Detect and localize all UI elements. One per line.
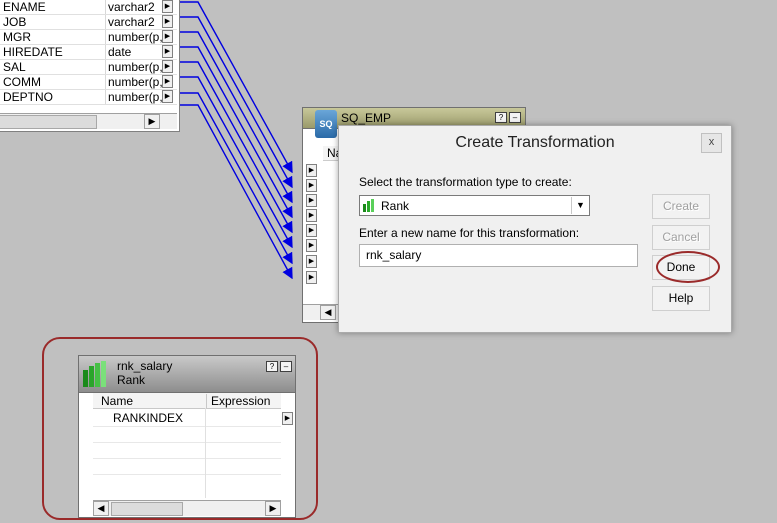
close-icon[interactable]: x [701, 133, 722, 153]
row-divider [93, 474, 281, 475]
port-arrow-icon[interactable]: ▶ [162, 75, 173, 88]
scroll-right-icon[interactable]: ▶ [144, 114, 160, 129]
column-type: number(p,s) [105, 60, 164, 74]
port-arrow-icon[interactable]: ▶ [162, 45, 173, 58]
column-name: JOB [3, 15, 27, 29]
rank-name: rnk_salary [117, 359, 173, 373]
port-arrow-icon[interactable]: ▶ [306, 164, 317, 177]
horizontal-scrollbar[interactable]: ◀ [303, 304, 339, 320]
column-type: number(p,s) [105, 75, 164, 89]
scroll-left-icon[interactable]: ◀ [93, 501, 109, 516]
column-name: COMM [3, 75, 41, 89]
column-type: number(p,s) [105, 90, 164, 104]
minimize-icon[interactable]: – [280, 361, 292, 372]
port-arrow-icon[interactable]: ▶ [306, 194, 317, 207]
row-divider [93, 458, 281, 459]
column-type: number(p,s) [105, 30, 164, 44]
rank-type: Rank [117, 373, 146, 387]
dialog-title: Create Transformation [339, 126, 731, 158]
horizontal-scrollbar[interactable]: ▶ [0, 113, 177, 129]
chevron-down-icon[interactable]: ▼ [571, 197, 589, 214]
column-header-expression: Expression [206, 394, 270, 408]
port-arrow-icon[interactable]: ▶ [306, 271, 317, 284]
sq-emp-title: SQ_EMP [341, 111, 392, 125]
help-button[interactable]: Help [652, 286, 710, 311]
column-name: ENAME [3, 0, 46, 14]
create-transformation-dialog: Create Transformation x Select the trans… [338, 125, 732, 333]
grid-header: Name Expression [93, 393, 281, 409]
table-row[interactable]: SAL number(p,s) ▶ [0, 59, 177, 75]
scroll-right-icon[interactable]: ▶ [265, 501, 281, 516]
port-arrow-icon[interactable]: ▶ [282, 412, 293, 425]
port-arrow-icon[interactable]: ▶ [306, 255, 317, 268]
port-arrow-icon[interactable]: ▶ [306, 239, 317, 252]
help-icon[interactable]: ? [266, 361, 278, 372]
port-arrow-icon[interactable]: ▶ [162, 0, 173, 13]
create-button[interactable]: Create [652, 194, 710, 219]
table-row[interactable]: JOB varchar2 ▶ [0, 14, 177, 30]
rank-icon [363, 199, 376, 212]
horizontal-scrollbar[interactable]: ◀ ▶ [93, 500, 281, 516]
selected-type: Rank [381, 199, 410, 213]
table-row[interactable]: MGR number(p,s) ▶ [0, 29, 177, 45]
scroll-thumb[interactable] [111, 502, 183, 516]
table-row[interactable]: HIREDATE date ▶ [0, 44, 177, 60]
table-row[interactable]: ENAME varchar2 ▶ [0, 0, 177, 15]
port-arrow-icon[interactable]: ▶ [162, 60, 173, 73]
port-name: RANKINDEX [113, 411, 184, 425]
column-name: MGR [3, 30, 31, 44]
port-arrow-icon[interactable]: ▶ [162, 30, 173, 43]
port-arrow-icon[interactable]: ▶ [306, 179, 317, 192]
help-icon[interactable]: ? [495, 112, 507, 123]
table-row[interactable]: RANKINDEX [93, 410, 281, 426]
column-type: varchar2 [105, 0, 164, 14]
done-highlight-ring [656, 251, 720, 283]
column-type: varchar2 [105, 15, 164, 29]
port-arrow-icon[interactable]: ▶ [306, 209, 317, 222]
rank-transformation[interactable]: rnk_salary Rank ? – Name Expression RANK… [78, 355, 296, 518]
transformation-type-select[interactable]: Rank ▼ [359, 195, 590, 216]
column-header-name: Name [101, 394, 134, 408]
column-divider [205, 408, 206, 498]
port-arrow-icon[interactable]: ▶ [306, 224, 317, 237]
row-divider [93, 442, 281, 443]
port-arrow-icon[interactable]: ▶ [162, 90, 173, 103]
column-name: HIREDATE [3, 45, 63, 59]
source-table: ENAME varchar2 ▶ JOB varchar2 ▶ MGR numb… [0, 0, 180, 132]
column-name: SAL [3, 60, 26, 74]
table-row[interactable]: DEPTNO number(p,s) ▶ [0, 89, 177, 105]
scroll-left-icon[interactable]: ◀ [320, 305, 336, 320]
scroll-thumb[interactable] [0, 115, 97, 129]
minimize-icon[interactable]: – [509, 112, 521, 123]
cancel-button[interactable]: Cancel [652, 225, 710, 250]
port-arrow-icon[interactable]: ▶ [162, 15, 173, 28]
table-row[interactable]: COMM number(p,s) ▶ [0, 74, 177, 90]
transformation-name-input[interactable]: rnk_salary [359, 244, 638, 267]
name-label: Enter a new name for this transformation… [359, 226, 580, 240]
row-divider [93, 426, 281, 427]
column-type: date [105, 45, 164, 59]
type-label: Select the transformation type to create… [359, 175, 572, 189]
rank-title-bar[interactable]: rnk_salary Rank ? – [79, 356, 295, 393]
rank-icon [81, 360, 111, 388]
column-name: DEPTNO [3, 90, 54, 104]
source-qualifier-icon: SQ [315, 110, 337, 138]
